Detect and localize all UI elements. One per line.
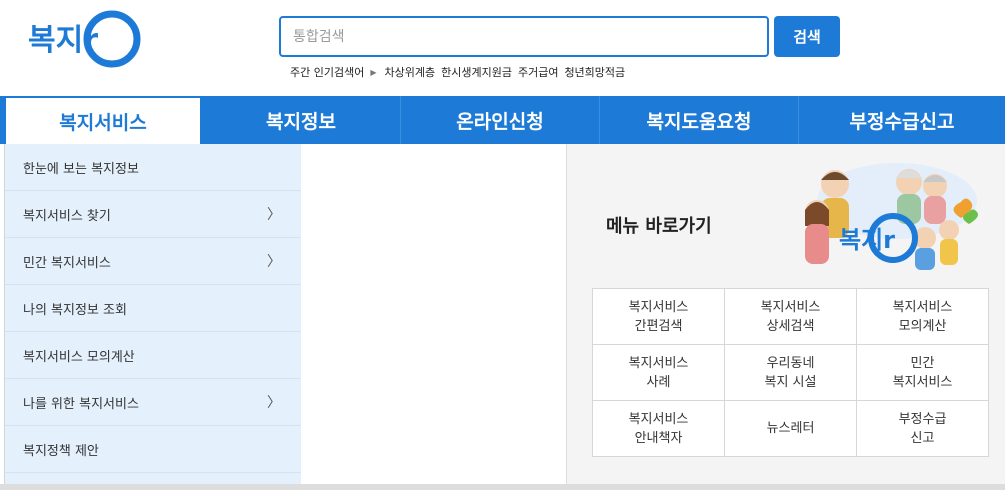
chevron-right-icon: 〉 xyxy=(267,395,281,411)
mascot-logo-text: 복지r xyxy=(839,226,895,254)
side-menu-item[interactable]: 복지정책 제안 xyxy=(5,426,301,473)
side-menu-item[interactable]: 복지서비스 찾기 〉 xyxy=(5,191,301,238)
popular-keyword[interactable]: 주거급여 xyxy=(518,64,558,80)
chevron-right-icon: 〉 xyxy=(267,207,281,223)
shortcut-fraud-report[interactable]: 부정수급 신고 xyxy=(856,400,989,457)
shortcut-guidebook[interactable]: 복지서비스 안내책자 xyxy=(592,400,725,457)
side-menu-item[interactable]: 나를 위한 복지서비스 〉 xyxy=(5,379,301,426)
shortcut-line: 안내책자 xyxy=(634,430,683,446)
popular-keywords: 주간 인기검색어 ▶ 차상위계층 한시생계지원금 주거급여 청년희망적금 xyxy=(290,64,631,80)
shortcut-line: 신고 xyxy=(910,430,935,446)
triangle-right-icon: ▶ xyxy=(370,67,377,77)
shortcut-easy-search[interactable]: 복지서비스 간편검색 xyxy=(592,288,725,345)
shortcut-mock-calculation[interactable]: 복지서비스 모의계산 xyxy=(856,288,989,345)
popular-label: 주간 인기검색어 xyxy=(290,66,365,79)
popular-keyword[interactable]: 청년희망적금 xyxy=(564,64,625,80)
shortcut-line: 복지서비스 xyxy=(892,374,953,390)
shortcut-line: 부정수급 xyxy=(898,411,947,427)
shortcut-private-service[interactable]: 민간 복지서비스 xyxy=(856,344,989,401)
main-nav: 복지서비스 복지정보 온라인신청 복지도움요청 부정수급신고 xyxy=(0,96,1005,144)
shortcut-line: 복지서비스 xyxy=(628,355,689,371)
search-box xyxy=(279,16,769,57)
shortcut-line: 사례 xyxy=(646,374,671,390)
shortcut-local-facilities[interactable]: 우리동네 복지 시설 xyxy=(724,344,857,401)
side-menu-label: 나의 복지정보 조회 xyxy=(23,302,127,318)
popular-keyword[interactable]: 한시생계지원금 xyxy=(441,64,512,80)
nav-item-welfare-info[interactable]: 복지정보 xyxy=(202,96,401,144)
bokjiro-logo[interactable]: 복지r xyxy=(26,8,144,70)
side-menu-label: 나를 위한 복지서비스 xyxy=(23,396,139,412)
shortcut-line: 모의계산 xyxy=(898,318,947,334)
family-mascot-illustration: 복지r xyxy=(805,163,978,270)
side-menu-label: 복지정책 제안 xyxy=(23,443,99,459)
shortcut-panel: 메뉴 바로가기 복지r 복지서비스 간편검색 복지서비스 상세검색 복지서비스 … xyxy=(566,144,1005,490)
side-menu-item[interactable]: 한눈에 보는 복지정보 xyxy=(5,144,301,191)
nav-item-online-apply[interactable]: 온라인신청 xyxy=(401,96,600,144)
shortcut-detail-search[interactable]: 복지서비스 상세검색 xyxy=(724,288,857,345)
side-menu-label: 복지서비스 모의계산 xyxy=(23,349,135,365)
submenu-area xyxy=(301,144,566,490)
shortcut-line: 복지서비스 xyxy=(628,411,689,427)
mega-menu-dropdown: 한눈에 보는 복지정보 복지서비스 찾기 〉 민간 복지서비스 〉 나의 복지정… xyxy=(4,144,1005,490)
side-menu: 한눈에 보는 복지정보 복지서비스 찾기 〉 민간 복지서비스 〉 나의 복지정… xyxy=(5,144,301,490)
page-content-peek xyxy=(0,484,1005,490)
side-menu-item[interactable]: 민간 복지서비스 〉 xyxy=(5,238,301,285)
side-menu-label: 복지서비스 찾기 xyxy=(23,208,111,224)
shortcut-line: 복지서비스 xyxy=(628,299,689,315)
nav-item-welfare-service[interactable]: 복지서비스 xyxy=(4,96,202,144)
search-input[interactable] xyxy=(281,18,767,55)
shortcut-line: 뉴스레터 xyxy=(766,421,815,436)
shortcut-line: 상세검색 xyxy=(766,318,815,334)
shortcut-line: 우리동네 xyxy=(766,355,815,371)
shortcut-grid: 복지서비스 간편검색 복지서비스 상세검색 복지서비스 모의계산 복지서비스 사… xyxy=(592,288,989,457)
shortcut-line: 민간 xyxy=(910,355,935,371)
side-menu-label: 한눈에 보는 복지정보 xyxy=(23,161,139,177)
search-button[interactable]: 검색 xyxy=(774,16,840,57)
shortcut-newsletter[interactable]: 뉴스레터 xyxy=(724,400,857,457)
shortcut-cases[interactable]: 복지서비스 사례 xyxy=(592,344,725,401)
side-menu-item[interactable]: 복지서비스 모의계산 xyxy=(5,332,301,379)
shortcut-line: 복지서비스 xyxy=(892,299,953,315)
popular-keyword[interactable]: 차상위계층 xyxy=(385,64,436,80)
shortcut-line: 간편검색 xyxy=(634,318,683,334)
side-menu-label: 민간 복지서비스 xyxy=(23,255,111,271)
shortcut-line: 복지서비스 xyxy=(760,299,821,315)
side-menu-item[interactable]: 나의 복지정보 조회 xyxy=(5,285,301,332)
shortcut-title: 메뉴 바로가기 xyxy=(606,216,712,237)
logo-text: 복지r xyxy=(28,23,98,58)
nav-item-fraud-report[interactable]: 부정수급신고 xyxy=(799,96,1005,144)
chevron-right-icon: 〉 xyxy=(267,254,281,270)
nav-item-help-request[interactable]: 복지도움요청 xyxy=(600,96,799,144)
shortcut-line: 복지 시설 xyxy=(764,374,817,390)
